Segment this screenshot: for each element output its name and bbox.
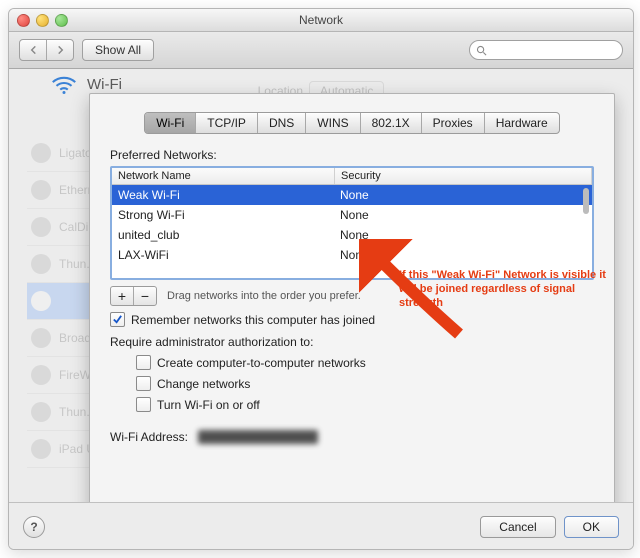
auth-checkbox-2[interactable] — [136, 397, 151, 412]
remember-label: Remember networks this computer has join… — [131, 313, 375, 327]
auth-option-label: Turn Wi-Fi on or off — [157, 398, 260, 412]
table-row[interactable]: united_clubNone — [112, 225, 592, 245]
help-button[interactable]: ? — [23, 516, 45, 538]
auth-option-label: Change networks — [157, 377, 250, 391]
zoom-icon[interactable] — [55, 14, 68, 27]
tab-dns[interactable]: DNS — [257, 113, 305, 133]
nav-back-forward — [19, 39, 74, 61]
wifi-address-label: Wi-Fi Address: — [110, 430, 188, 444]
table-header: Network Name Security — [112, 168, 592, 185]
wifi-advanced-sheet: Wi-FiTCP/IPDNSWINS802.1XProxiesHardware … — [89, 93, 615, 515]
close-icon[interactable] — [17, 14, 30, 27]
table-row[interactable]: Weak Wi-FiNone — [112, 185, 592, 205]
cell-network-name: united_club — [112, 227, 334, 243]
network-window: Network Show All Location Automatic Stat… — [8, 8, 634, 550]
ok-button[interactable]: OK — [564, 516, 619, 538]
table-row[interactable]: LAX-WiFiNone — [112, 245, 592, 265]
column-security[interactable]: Security — [335, 168, 592, 184]
content: Location Automatic Status: Off Turn Wi-F… — [9, 69, 633, 550]
sheet-footer: ? Cancel OK — [9, 502, 633, 550]
cell-network-name: LAX-WiFi — [112, 247, 334, 263]
minimize-icon[interactable] — [36, 14, 49, 27]
tab-tcp-ip[interactable]: TCP/IP — [195, 113, 257, 133]
scrollbar-thumb[interactable] — [583, 188, 589, 214]
traffic-lights — [17, 14, 68, 27]
cell-security: None — [334, 187, 592, 203]
cell-security: None — [334, 227, 592, 243]
add-button[interactable]: + — [111, 287, 133, 305]
back-button[interactable] — [20, 40, 46, 60]
window-title: Network — [9, 13, 633, 27]
add-remove-seg: + − — [110, 286, 157, 306]
titlebar: Network — [9, 9, 633, 32]
table-row[interactable]: Strong Wi-FiNone — [112, 205, 592, 225]
toolbar: Show All — [9, 32, 633, 69]
show-all-button[interactable]: Show All — [82, 39, 154, 61]
preferred-networks-label: Preferred Networks: — [110, 148, 594, 162]
cancel-button[interactable]: Cancel — [480, 516, 555, 538]
tab-bar: Wi-FiTCP/IPDNSWINS802.1XProxiesHardware — [90, 112, 614, 134]
cell-network-name: Strong Wi-Fi — [112, 207, 334, 223]
cell-security: None — [334, 247, 592, 263]
require-auth-label: Require administrator authorization to: — [110, 335, 594, 349]
tab-hardware[interactable]: Hardware — [484, 113, 559, 133]
column-network-name[interactable]: Network Name — [112, 168, 335, 184]
search-input[interactable] — [469, 40, 623, 60]
search-icon — [476, 45, 487, 56]
drag-hint: Drag networks into the order you prefer. — [167, 290, 361, 302]
tab-802-1x[interactable]: 802.1X — [360, 113, 421, 133]
remove-button[interactable]: − — [133, 287, 156, 305]
tab-proxies[interactable]: Proxies — [421, 113, 484, 133]
remember-checkbox[interactable] — [110, 312, 125, 327]
preferred-networks-table[interactable]: Network Name Security Weak Wi-FiNoneStro… — [110, 166, 594, 280]
wifi-address-value-redacted — [198, 430, 318, 444]
tab-wins[interactable]: WINS — [305, 113, 359, 133]
forward-button[interactable] — [46, 40, 73, 60]
cell-network-name: Weak Wi-Fi — [112, 187, 334, 203]
cell-security: None — [334, 207, 592, 223]
tab-wi-fi[interactable]: Wi-Fi — [145, 113, 195, 133]
wifi-icon — [49, 69, 79, 99]
auth-checkbox-0[interactable] — [136, 355, 151, 370]
auth-option-label: Create computer-to-computer networks — [157, 356, 366, 370]
pane-title: Wi-Fi — [87, 76, 122, 93]
auth-checkbox-1[interactable] — [136, 376, 151, 391]
